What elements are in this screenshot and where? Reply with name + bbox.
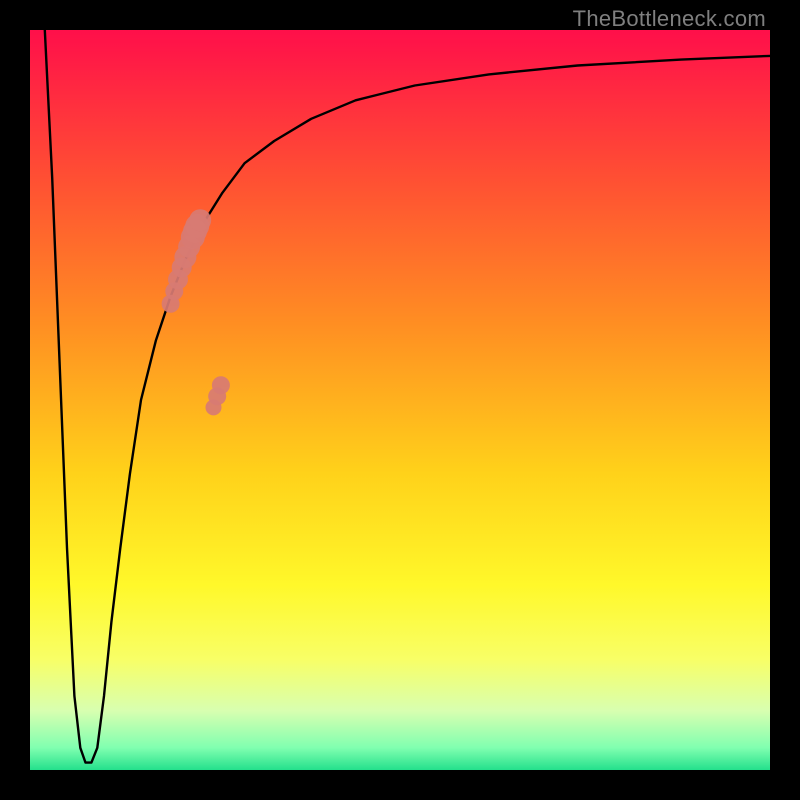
plot-area	[30, 30, 770, 770]
watermark-text: TheBottleneck.com	[573, 6, 766, 32]
highlight-dot	[212, 376, 230, 394]
bottleneck-curve	[45, 30, 770, 763]
chart-curve-layer	[30, 30, 770, 770]
highlight-cluster	[162, 209, 230, 415]
chart-frame: TheBottleneck.com	[0, 0, 800, 800]
highlight-dot	[189, 209, 211, 231]
